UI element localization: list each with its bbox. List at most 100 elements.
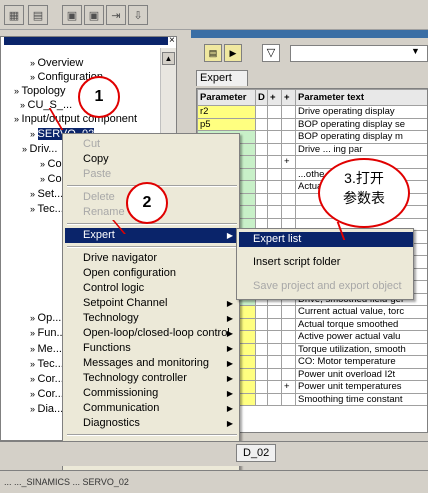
table-row[interactable]: p5 BOP operating display se <box>197 117 427 131</box>
download-icon[interactable]: ⇩ <box>128 5 148 25</box>
tree-item-label: Set... <box>37 188 64 200</box>
menu-item-label: Rename <box>83 206 125 218</box>
plus2-cell[interactable] <box>281 117 296 131</box>
filter-dropdown[interactable] <box>290 45 428 62</box>
tree-item[interactable]: » Topology <box>14 84 66 98</box>
tree-node-icon: » <box>40 174 48 184</box>
plus2-cell[interactable] <box>281 355 296 369</box>
tree-item-label: Cor... <box>37 373 64 385</box>
d-cell <box>255 205 268 219</box>
menu-item-technology-controller[interactable]: Technology controller ▶ <box>65 371 239 386</box>
col-header-plus2[interactable]: + <box>281 89 296 106</box>
d-cell <box>255 392 268 406</box>
menu-item-drive-navigator[interactable]: Drive navigator <box>65 251 239 266</box>
grid-icon[interactable]: ▤ <box>28 5 48 25</box>
d-cell <box>255 355 268 369</box>
submenu-item-1[interactable]: Insert script folder <box>239 255 413 270</box>
tree-item[interactable]: » Cor... <box>30 387 64 401</box>
col-header-plus[interactable]: + <box>267 89 282 106</box>
menu-item-setpoint-channel[interactable]: Setpoint Channel ▶ <box>65 296 239 311</box>
col-header-d[interactable]: D <box>255 89 268 106</box>
plus-cell <box>267 155 282 169</box>
tree-item[interactable]: » Driv... <box>22 142 57 156</box>
param-text-cell: Drive operating display <box>295 105 427 119</box>
tool-icon[interactable]: ▦ <box>4 5 24 25</box>
tree-item[interactable]: » Me... <box>30 342 62 356</box>
col-header-parameter-text[interactable]: Parameter text <box>295 89 427 106</box>
menu-item-label: Copy <box>83 153 109 165</box>
menu-item-label: Communication <box>83 402 160 414</box>
tree-item[interactable]: » Overview <box>30 56 83 70</box>
import-icon[interactable]: ▶ <box>224 44 242 62</box>
menu-item-commissioning[interactable]: Commissioning ▶ <box>65 386 239 401</box>
plus2-cell[interactable] <box>281 105 296 119</box>
menu-item-label: Messages and monitoring <box>83 357 209 369</box>
menu-item-label: Technology <box>83 312 139 324</box>
plus2-cell[interactable] <box>281 205 296 219</box>
menu-item-expert[interactable]: Expert ▶ <box>65 228 239 243</box>
plus2-cell[interactable] <box>281 180 296 194</box>
plus2-cell[interactable] <box>281 367 296 381</box>
filter-icon[interactable]: ▽ <box>262 44 280 62</box>
tree-item[interactable]: » Tec... <box>30 202 64 216</box>
plus2-cell[interactable] <box>281 305 296 319</box>
device2-icon[interactable]: ▣ <box>84 5 104 25</box>
menu-item-open-loop-closed-loop-control[interactable]: Open-loop/closed-loop control ▶ <box>65 326 239 341</box>
tree-item[interactable]: » Dia... <box>30 402 63 416</box>
plus2-cell[interactable] <box>281 392 296 406</box>
export-icon[interactable]: ▤ <box>204 44 222 62</box>
plus2-cell[interactable] <box>281 317 296 331</box>
menu-item-open-configuration[interactable]: Open configuration <box>65 266 239 281</box>
menu-item-label: Open configuration <box>83 267 176 279</box>
menu-item-messages-and-monitoring[interactable]: Messages and monitoring ▶ <box>65 356 239 371</box>
tree-item[interactable]: » Cor... <box>30 372 64 386</box>
chevron-down-icon[interactable]: ▼ <box>411 46 420 56</box>
tree-title-bar <box>4 37 168 45</box>
plus2-cell[interactable] <box>281 342 296 356</box>
tree-item[interactable]: » Fun... <box>30 326 66 340</box>
tree-item-label: Tec... <box>37 203 64 215</box>
menu-item-control-logic[interactable]: Control logic <box>65 281 239 296</box>
callout-2: 2 <box>126 182 168 224</box>
tab-servo-02[interactable]: D_02 <box>236 444 277 462</box>
submenu-arrow-icon: ▶ <box>226 374 233 383</box>
plus2-cell[interactable] <box>281 130 296 144</box>
device-icon[interactable]: ▣ <box>62 5 82 25</box>
menu-item-copy[interactable]: Copy <box>65 152 239 167</box>
plus2-cell[interactable] <box>281 330 296 344</box>
menu-item-diagnostics[interactable]: Diagnostics ▶ <box>65 416 239 431</box>
tree-item[interactable]: » Op... <box>30 311 61 325</box>
plus2-cell[interactable]: + <box>281 155 296 169</box>
connect-icon[interactable]: ⇥ <box>106 5 126 25</box>
param-text-cell: Power unit temperatures <box>295 380 427 394</box>
param-text-cell: Power unit overload I2t <box>295 367 427 381</box>
submenu-arrow-icon: ▶ <box>226 404 233 413</box>
tree-item[interactable]: » Tec... <box>30 357 64 371</box>
menu-item-technology[interactable]: Technology ▶ <box>65 311 239 326</box>
menu-item-functions[interactable]: Functions ▶ <box>65 341 239 356</box>
tree-item[interactable]: » Set... <box>30 187 63 201</box>
tree-item-label: Overview <box>37 57 84 69</box>
close-icon[interactable]: × <box>169 35 175 46</box>
bottom-tab-bar: D_02 <box>0 441 428 466</box>
plus-cell <box>267 305 282 319</box>
plus2-cell[interactable] <box>281 142 296 156</box>
param-text-cell: Drive ... ing par <box>295 142 427 156</box>
plus2-cell[interactable] <box>281 167 296 181</box>
col-header-parameter[interactable]: Parameter <box>197 89 256 106</box>
d-cell <box>255 192 268 206</box>
plus-cell <box>267 117 282 131</box>
tree-item-label: Dia... <box>37 403 64 415</box>
submenu-item-2: Save project and export object <box>239 279 413 294</box>
submenu-item-0[interactable]: Expert list <box>239 232 413 247</box>
menu-item-communication[interactable]: Communication ▶ <box>65 401 239 416</box>
plus2-cell[interactable] <box>281 192 296 206</box>
table-row[interactable]: r2 Drive operating display <box>197 105 427 119</box>
d-cell <box>255 105 268 119</box>
tab-expert-list[interactable]: Expert list <box>196 70 248 99</box>
plus2-cell[interactable]: + <box>281 380 296 394</box>
d-cell <box>255 117 268 131</box>
right-title-bar <box>191 30 428 38</box>
scroll-up-icon[interactable]: ▲ <box>162 52 175 65</box>
param-text-cell: BOP operating display se <box>295 117 427 131</box>
